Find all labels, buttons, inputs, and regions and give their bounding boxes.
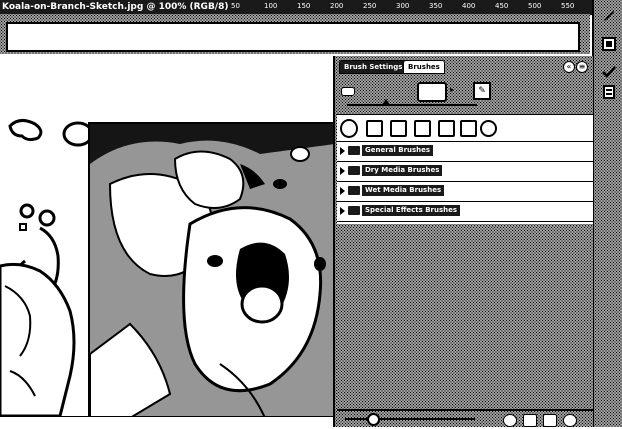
ruler-tick-label: 200 bbox=[329, 1, 345, 12]
chevron-right-icon[interactable] bbox=[340, 167, 345, 175]
panel-bottom-bar bbox=[337, 409, 593, 429]
ruler-tick-label: 250 bbox=[362, 1, 378, 12]
panel-body: ▸ ✎ General Brushes Dry Media Brushes We… bbox=[337, 74, 593, 409]
brush-tip-square[interactable] bbox=[437, 119, 455, 137]
preview-size-slider-thumb[interactable] bbox=[367, 413, 380, 426]
swatches-icon[interactable] bbox=[599, 82, 619, 102]
ruler-tick-label: 450 bbox=[494, 1, 510, 12]
folder-label: Special Effects Brushes bbox=[362, 205, 461, 216]
brush-list-empty-area bbox=[337, 226, 593, 409]
brush-tip-square[interactable] bbox=[389, 119, 407, 137]
ruler-tick-label: 400 bbox=[461, 1, 477, 12]
edit-brush-button[interactable]: ✎ bbox=[473, 82, 491, 100]
options-field[interactable] bbox=[6, 22, 580, 52]
brush-preview-toggle[interactable] bbox=[417, 82, 447, 102]
document-canvas[interactable] bbox=[0, 56, 333, 416]
square-brush-icon bbox=[365, 119, 383, 137]
square-brush-icon bbox=[437, 119, 455, 137]
square-brush-icon bbox=[413, 119, 431, 137]
sketch-art-region bbox=[88, 122, 333, 416]
chevron-right-icon[interactable] bbox=[340, 187, 345, 195]
brush-icon[interactable] bbox=[599, 6, 619, 26]
brush-toolbar: ▸ ✎ bbox=[337, 80, 593, 102]
ruler-tick-label: 150 bbox=[296, 1, 312, 12]
brush-tip-round[interactable] bbox=[479, 119, 497, 137]
ruler-tick-label: 350 bbox=[428, 1, 444, 12]
folder-icon bbox=[348, 186, 360, 195]
preview-size-slider[interactable] bbox=[345, 418, 475, 420]
folder-icon bbox=[348, 206, 360, 215]
folder-label: Dry Media Brushes bbox=[362, 165, 443, 176]
folder-icon bbox=[348, 166, 360, 175]
layers-icon[interactable] bbox=[599, 34, 619, 54]
brush-size-toggle[interactable] bbox=[341, 87, 355, 96]
options-bar bbox=[0, 14, 590, 54]
brush-tip-round[interactable] bbox=[340, 118, 358, 138]
history-icon[interactable] bbox=[599, 62, 619, 82]
brush-tip-square[interactable] bbox=[413, 119, 431, 137]
brush-tip-row bbox=[337, 114, 593, 142]
brush-folder-list: General Brushes Dry Media Brushes Wet Me… bbox=[337, 142, 593, 224]
folder-label: Wet Media Brushes bbox=[362, 185, 445, 196]
folder-icon bbox=[348, 146, 360, 155]
panel-dock-strip bbox=[592, 0, 622, 427]
folder-general-brushes[interactable]: General Brushes bbox=[337, 142, 593, 162]
round-brush-icon bbox=[340, 118, 358, 138]
tab-brushes[interactable]: Brushes bbox=[403, 60, 445, 74]
folder-wet-media-brushes[interactable]: Wet Media Brushes bbox=[337, 182, 593, 202]
brush-size-slider-thumb[interactable] bbox=[381, 99, 391, 106]
brush-size-slider[interactable] bbox=[347, 104, 477, 106]
folder-special-effects-brushes[interactable]: Special Effects Brushes bbox=[337, 202, 593, 222]
brush-tip-square[interactable] bbox=[365, 119, 383, 137]
preview-arrow-icon[interactable]: ▸ bbox=[445, 84, 459, 96]
document-title: Koala-on-Branch-Sketch.jpg @ 100% (RGB/8… bbox=[2, 2, 229, 12]
folder-label: General Brushes bbox=[362, 145, 434, 156]
folder-dry-media-brushes[interactable]: Dry Media Brushes bbox=[337, 162, 593, 182]
new-group-icon[interactable] bbox=[523, 414, 537, 427]
status-bar bbox=[0, 416, 333, 428]
round-brush-icon bbox=[479, 119, 497, 137]
brush-tip-square[interactable] bbox=[459, 119, 477, 137]
ruler-tick-label: 300 bbox=[395, 1, 411, 12]
ruler-tick-label: 100 bbox=[263, 1, 279, 12]
ruler-tick-label: 500 bbox=[527, 1, 543, 12]
delete-icon[interactable] bbox=[563, 414, 577, 427]
new-brush-icon[interactable] bbox=[543, 414, 557, 427]
tab-brush-settings[interactable]: Brush Settings bbox=[339, 60, 408, 74]
brushes-panel: Brush Settings Brushes « ≡ ▸ ✎ General B… bbox=[333, 56, 593, 427]
panel-tab-bar: Brush Settings Brushes « ≡ bbox=[335, 56, 593, 74]
brush-options-icon[interactable] bbox=[503, 414, 517, 427]
square-brush-icon bbox=[389, 119, 407, 137]
square-brush-icon bbox=[459, 119, 477, 137]
collapse-panel-button[interactable]: « bbox=[563, 61, 575, 73]
panel-menu-button[interactable]: ≡ bbox=[576, 61, 588, 73]
chevron-right-icon[interactable] bbox=[340, 207, 345, 215]
horizontal-ruler: 50 100 150 200 250 300 350 400 450 500 550 bbox=[230, 0, 595, 15]
chevron-right-icon[interactable] bbox=[340, 147, 345, 155]
ruler-tick-label: 50 bbox=[230, 1, 241, 12]
ruler-tick-label: 550 bbox=[560, 1, 576, 12]
